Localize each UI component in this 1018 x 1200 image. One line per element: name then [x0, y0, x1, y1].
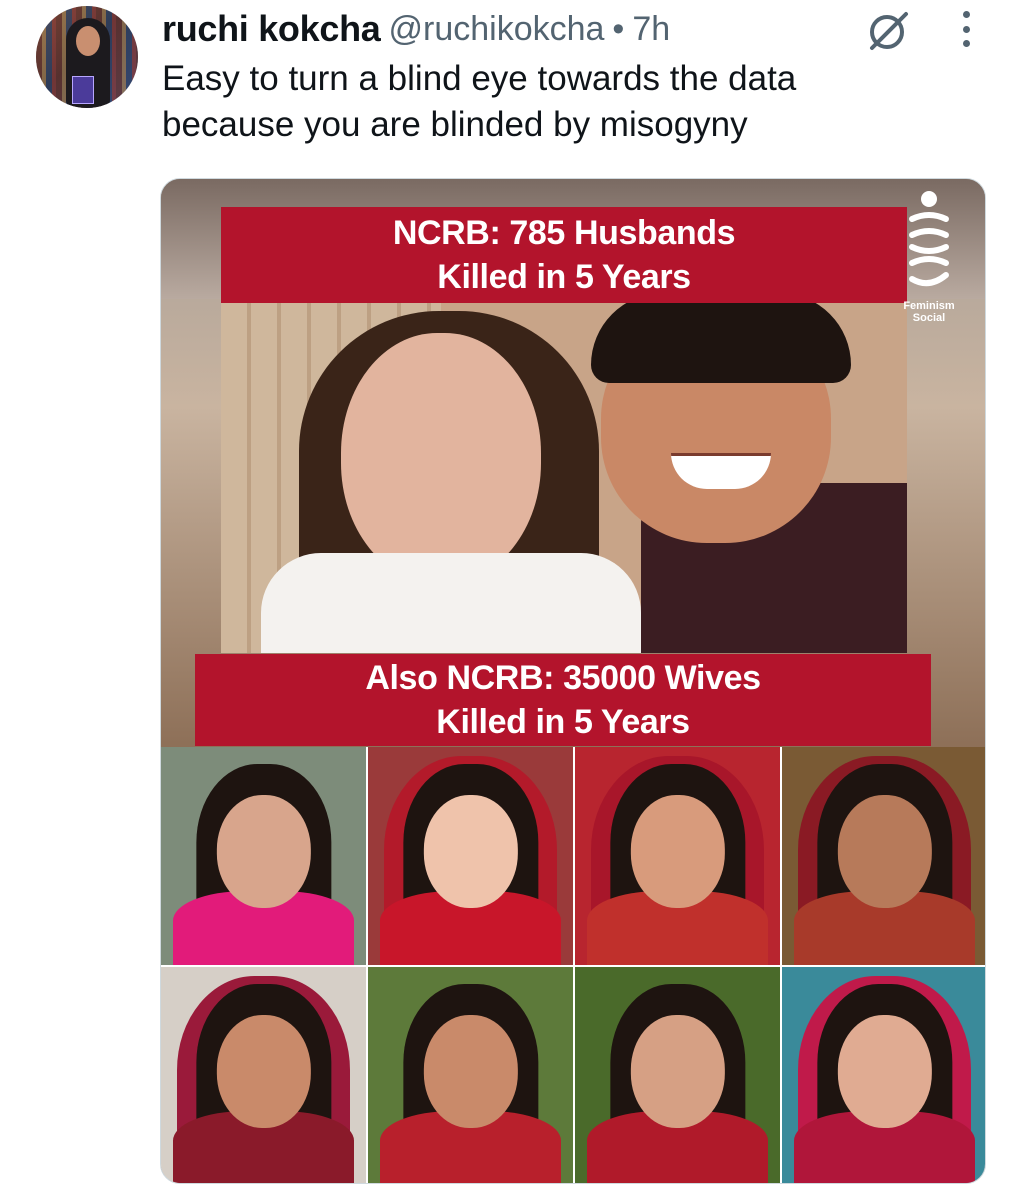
avatar-face	[76, 26, 100, 56]
portrait-face	[837, 794, 932, 909]
grok-icon[interactable]	[866, 8, 912, 54]
post-time[interactable]: 7h	[632, 10, 670, 49]
woman-face	[341, 333, 541, 583]
separator-dot: •	[612, 9, 625, 48]
portrait-face	[630, 794, 725, 909]
banner-husbands-line: Killed in 5 Years	[437, 258, 691, 296]
portrait-tile	[368, 747, 573, 965]
tweet-media-image[interactable]: NCRB: 785 Husbands Killed in 5 Years Fem…	[160, 178, 986, 1184]
logo-text-line: Feminism	[903, 300, 955, 312]
portrait-grid	[161, 747, 985, 1183]
author-handle[interactable]: @ruchikokcha	[388, 10, 604, 49]
author-name[interactable]: ruchi kokcha	[162, 8, 381, 50]
feminism-social-logo-mark	[909, 191, 949, 287]
banner-husbands-line: NCRB: 785 Husbands	[392, 214, 736, 252]
portrait-face	[216, 1014, 311, 1129]
banner-wives-line: Also NCRB: 35000 Wives	[365, 659, 761, 697]
portrait-face	[423, 1014, 518, 1129]
banner-wives-line: Killed in 5 Years	[436, 703, 690, 741]
more-dot	[962, 40, 970, 47]
tweet-text: Easy to turn a blind eye towards the dat…	[162, 56, 962, 147]
tweet-header: ruchi kokcha @ruchikokcha • 7h	[162, 6, 670, 52]
portrait-face	[216, 794, 311, 909]
tweet-text-line: because you are blinded by misogyny	[162, 104, 748, 144]
couple-photo	[221, 303, 907, 653]
more-icon[interactable]	[954, 8, 978, 50]
portrait-tile	[161, 967, 366, 1183]
portrait-face	[837, 1014, 932, 1129]
portrait-tile	[368, 967, 573, 1183]
logo-text-line: Social	[912, 312, 946, 324]
more-dot	[962, 11, 970, 18]
man-hair	[591, 303, 851, 383]
tweet-text-line: Easy to turn a blind eye towards the dat…	[162, 59, 797, 98]
more-dot	[962, 25, 970, 33]
portrait-tile	[575, 747, 780, 965]
woman-shirt	[261, 553, 641, 653]
author-avatar[interactable]	[36, 6, 138, 108]
banner-wives: Also NCRB: 35000 Wives Killed in 5 Years	[195, 654, 931, 746]
avatar-book	[72, 76, 94, 104]
banner-husbands: NCRB: 785 Husbands Killed in 5 Years	[221, 207, 907, 303]
feminism-social-logo: Feminism Social	[887, 189, 971, 349]
portrait-tile	[161, 747, 366, 965]
portrait-tile	[782, 967, 985, 1183]
portrait-tile	[782, 747, 985, 965]
portrait-tile	[575, 967, 780, 1183]
portrait-face	[423, 794, 518, 909]
portrait-face	[630, 1014, 725, 1129]
